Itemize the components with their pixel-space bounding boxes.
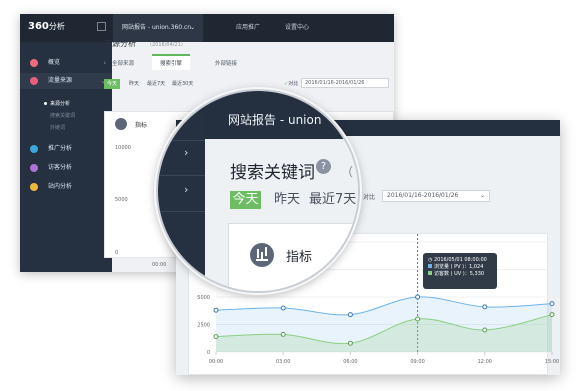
sidebar-item-promotion[interactable]: 推广分析 ›	[20, 141, 112, 157]
uv-point[interactable]	[280, 331, 286, 337]
tooltip-uv-label: 访客数 ( UV )：	[434, 271, 470, 277]
divider	[158, 175, 205, 176]
filter-today[interactable]: 今天	[104, 79, 121, 89]
uv-point[interactable]	[549, 312, 555, 318]
sidebar-subitem-search-keywords[interactable]: 搜索关键词	[50, 112, 75, 119]
sidebar-item-label: 访客分析	[48, 164, 73, 171]
page-title: 来源分析	[104, 39, 136, 48]
logo[interactable]: 360分析	[28, 21, 65, 32]
tooltip-time: ◷ 2016/05/01 08:00:00	[428, 257, 492, 264]
uv-point[interactable]	[415, 316, 421, 322]
tooltip-time-value: 2016/05/01 08:00:00	[433, 257, 487, 263]
page-date: （2016/04/21）	[147, 42, 186, 48]
site-icon	[30, 183, 38, 191]
y-tick-label: 5000	[115, 197, 128, 203]
x-tick-label: 03:00	[276, 359, 290, 365]
sidebar-item-label: 流量来源	[48, 77, 73, 84]
x-tick-label: 15:00	[545, 359, 559, 365]
x-tick-label: 12:00	[478, 359, 492, 365]
visitor-icon	[30, 164, 38, 172]
chart-icon	[115, 118, 127, 130]
x-tick-label: 00:00	[209, 359, 223, 365]
filter-last7[interactable]: 最近7天	[144, 79, 168, 89]
tooltip-uv-value: 5,330	[469, 271, 485, 277]
pv-point[interactable]	[280, 305, 286, 311]
compare-checkbox[interactable]: ✓对比	[284, 80, 298, 87]
tab-external-links[interactable]: 外部链接	[207, 56, 245, 72]
divider	[158, 140, 205, 141]
chevron-right-icon[interactable]: ›	[184, 183, 188, 196]
lens-site-title[interactable]: 网站报告 - union	[228, 111, 321, 128]
tab-search-engine[interactable]: 搜索引擎	[152, 54, 191, 70]
front-date-range-value: 2016/01/16-2016/01/26	[387, 192, 459, 199]
uv-swatch	[428, 271, 432, 275]
top-navigation: 360分析 网站报告 - union.360.cn ⌄ 应用推广 设置中心	[20, 14, 394, 42]
sidebar-item-label: 推广分析	[48, 145, 73, 152]
chevron-down-icon: ⌄	[189, 24, 195, 31]
nav-settings[interactable]: 设置中心	[285, 14, 309, 42]
divider	[158, 211, 205, 212]
x-tick-label: 09:00	[410, 359, 424, 365]
lens-date-hint: （	[341, 165, 354, 179]
nav-app-promotion[interactable]: 应用推广	[236, 14, 260, 42]
metrics-label: 指标	[135, 122, 148, 129]
date-range-value: 2016/01/16-2016/01/26	[305, 80, 365, 86]
y-tick-label: 0	[115, 250, 119, 256]
tooltip-pv-value: 1,024	[469, 264, 484, 270]
tooltip-pv-label: 浏览量 ( PV )：	[434, 264, 470, 270]
tooltip-uv: 访客数 ( UV )：5,330	[428, 271, 492, 278]
lens-sidebar: › ›	[158, 91, 205, 291]
filter-last30[interactable]: 最近30天	[169, 79, 196, 89]
y-tick-label: 0	[207, 350, 210, 356]
sidebar-item-label: 站内分析	[48, 183, 73, 190]
help-icon[interactable]: ?	[316, 159, 331, 174]
promo-icon	[30, 145, 38, 153]
sidebar-subitem-outlinks[interactable]: 外链词	[50, 124, 65, 131]
magnifier-lens: › › 网站报告 - union 搜索关键词 ? （ 今天 昨天 最近7天 指标	[156, 89, 360, 293]
site-tab-label: 网站报告 - union.360.cn	[122, 24, 192, 31]
menu-toggle-icon[interactable]	[97, 22, 106, 31]
sidebar: 概览 › 流量来源 ⌄ 来源分析 搜索关键词 外链词 推广分析 › 访客分析 ›…	[20, 42, 112, 272]
sidebar-item-overview[interactable]: 概览 ›	[20, 55, 112, 71]
sidebar-item-traffic[interactable]: 流量来源 ⌄	[20, 73, 112, 89]
metrics-label: 指标	[286, 250, 313, 265]
filter-yesterday[interactable]: 昨天	[274, 191, 300, 209]
lens-content: › › 网站报告 - union 搜索关键词 ? （ 今天 昨天 最近7天 指标	[158, 91, 358, 291]
filter-yesterday[interactable]: 昨天	[126, 79, 142, 89]
y-tick-label: 10000	[115, 145, 131, 151]
overview-icon	[30, 59, 38, 67]
sidebar-item-visitor[interactable]: 访客分析 ›	[20, 160, 112, 176]
tab-all-sources[interactable]: 全部来源	[104, 56, 142, 72]
tooltip-pv: 浏览量 ( PV )：1,024	[428, 264, 492, 271]
section-title: 搜索关键词	[230, 163, 315, 183]
x-tick-label: 06:00	[343, 359, 357, 365]
bar-chart-icon	[250, 243, 274, 267]
uv-point[interactable]	[482, 327, 488, 333]
pv-point[interactable]	[347, 312, 353, 318]
uv-point[interactable]	[347, 340, 353, 346]
chevron-down-icon: ⌄	[479, 192, 485, 199]
pv-point[interactable]	[482, 304, 488, 310]
uv-point[interactable]	[213, 334, 219, 340]
sidebar-item-label: 概览	[48, 59, 61, 66]
pv-point[interactable]	[549, 301, 555, 307]
sidebar-subitem-source-analysis[interactable]: 来源分析	[43, 100, 70, 107]
front-date-range-select[interactable]: 2016/01/16-2016/01/26 ⌄	[382, 190, 490, 202]
filter-last7[interactable]: 最近7天	[309, 191, 356, 209]
front-compare-label: 对比	[362, 194, 375, 201]
logo-brand: 360	[28, 21, 49, 32]
date-range-select[interactable]: 2016/01/16-2016/01/26	[301, 78, 389, 88]
y-tick-label: 2500	[197, 323, 210, 329]
pv-point[interactable]	[415, 294, 421, 300]
compare-label: 对比	[288, 81, 299, 87]
pv-swatch	[428, 264, 432, 268]
chevron-right-icon[interactable]: ›	[184, 146, 188, 159]
y-tick-label: 5000	[197, 295, 210, 301]
filter-today[interactable]: 今天	[230, 191, 261, 209]
sidebar-item-site[interactable]: 站内分析 ›	[20, 179, 112, 195]
pv-point[interactable]	[213, 307, 219, 313]
tooltip: ◷ 2016/05/01 08:00:00 浏览量 ( PV )：1,024 访…	[423, 253, 497, 289]
traffic-icon	[30, 77, 38, 85]
logo-suffix: 分析	[48, 22, 65, 31]
